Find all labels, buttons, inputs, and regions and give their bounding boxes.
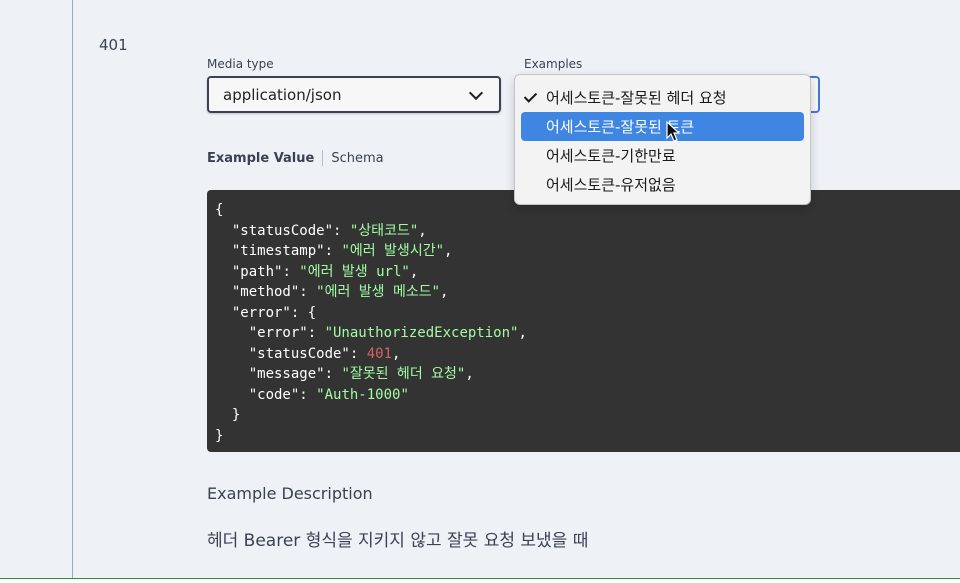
examples-dropdown-menu: 어세스토큰-잘못된 헤더 요청 어세스토큰-잘못된 토큰 어세스토큰-기한만료 … (514, 74, 811, 205)
code-string: "에러 발생 url" (299, 263, 410, 280)
code-key: "message" (215, 366, 325, 382)
checkmark-icon (523, 89, 538, 103)
examples-label: Examples (524, 57, 583, 71)
example-description-title: Example Description (207, 484, 373, 503)
code-brace: } (215, 427, 224, 444)
code-key: "error" (215, 304, 291, 321)
code-brace: } (215, 407, 241, 423)
code-string: "UnauthorizedException" (324, 325, 519, 341)
code-string: "Auth-1000" (316, 386, 409, 403)
code-key: "code" (215, 386, 300, 403)
media-type-label: Media type (207, 57, 274, 71)
code-key: "statusCode" (215, 222, 334, 239)
code-key: "error" (215, 325, 308, 341)
option-label: 어세스토큰-잘못된 헤더 요청 (546, 89, 727, 107)
media-type-value: application/json (223, 85, 342, 104)
examples-option[interactable]: 어세스토큰-유저없음 (521, 170, 804, 199)
tab-divider (322, 150, 324, 166)
mouse-cursor-icon (666, 121, 681, 142)
code-key: "path" (215, 263, 283, 280)
example-tabs: Example Value Schema (207, 150, 384, 166)
left-border (72, 0, 73, 583)
example-code-block: { "statusCode": "상태코드", "timestamp": "에러… (207, 190, 960, 452)
example-description-text: 헤더 Bearer 형식을 지키지 않고 잘못 요청 보냈을 때 (207, 531, 589, 551)
code-key: "statusCode" (215, 345, 350, 362)
examples-option[interactable]: 어세스토큰-잘못된 헤더 요청 (521, 83, 804, 112)
option-label: 어세스토큰-기한만료 (546, 147, 676, 165)
chevron-down-icon (468, 85, 484, 101)
tab-example-value[interactable]: Example Value (207, 151, 314, 166)
media-type-select[interactable]: application/json (207, 76, 501, 113)
code-key: "timestamp" (215, 243, 325, 259)
examples-option[interactable]: 어세스토큰-잘못된 토큰 (521, 112, 804, 141)
code-string: "에러 발생 메소드" (316, 284, 441, 300)
tab-schema[interactable]: Schema (331, 151, 383, 166)
bottom-border (0, 578, 960, 583)
examples-option[interactable]: 어세스토큰-기한만료 (521, 141, 804, 170)
code-number: 401 (366, 345, 393, 362)
code-string: "에러 발생시간" (341, 243, 445, 259)
response-status-code: 401 (99, 36, 128, 54)
code-string: "상태코드" (349, 222, 419, 239)
code-punct: : { (290, 304, 317, 321)
option-label: 어세스토큰-유저없음 (546, 176, 676, 194)
code-brace: { (215, 202, 224, 218)
code-string: "잘못된 헤더 요청" (341, 366, 466, 382)
code-key: "method" (215, 284, 300, 300)
